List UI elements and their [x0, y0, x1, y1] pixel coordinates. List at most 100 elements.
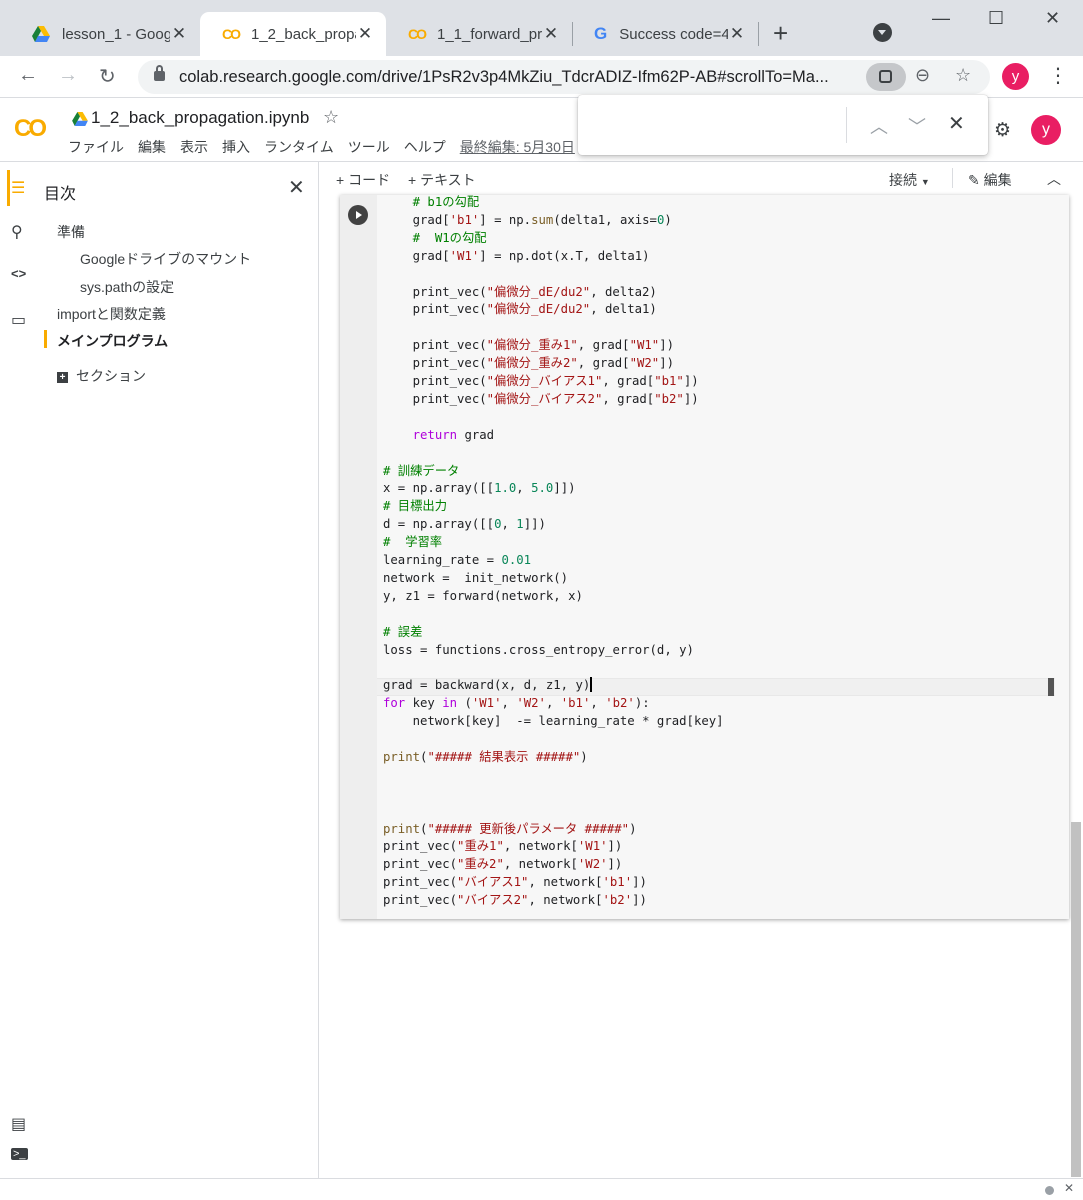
- code-cell[interactable]: # b1の勾配 grad['b1'] = np.sum(delta1, axis…: [340, 195, 1069, 919]
- command-palette-icon[interactable]: ▤: [11, 1114, 26, 1134]
- toc-add-section[interactable]: + セクション: [57, 366, 146, 386]
- notebook-title[interactable]: 1_2_back_propagation.ipynb: [91, 108, 309, 128]
- code-line[interactable]: # b1の勾配: [383, 193, 480, 211]
- edit-label: 編集: [983, 172, 1012, 188]
- find-close-icon[interactable]: ✕: [948, 111, 965, 136]
- browser-tab-success-code[interactable]: G Success code=4 ✕: [572, 12, 758, 56]
- code-line[interactable]: print("##### 更新後パラメータ #####"): [383, 820, 637, 838]
- colab-logo[interactable]: CO: [14, 115, 47, 143]
- url-text[interactable]: colab.research.google.com/drive/1PsR2v3p…: [179, 68, 859, 87]
- add-code-button[interactable]: + コード: [336, 170, 390, 190]
- code-token: "b2": [654, 391, 684, 406]
- code-token: 'W1': [577, 839, 608, 854]
- star-icon[interactable]: ☆: [323, 107, 339, 128]
- code-line[interactable]: print_vec("偏微分_重み1", grad["W1"]): [383, 336, 674, 354]
- code-line[interactable]: print_vec("重み2", network['W2']): [383, 855, 622, 873]
- code-line[interactable]: learning_rate = 0.01: [383, 551, 531, 569]
- code-line[interactable]: print("##### 結果表示 #####"): [383, 748, 588, 766]
- last-edit-link[interactable]: 最終編集: 5月30日: [460, 137, 575, 157]
- reload-icon[interactable]: ↻: [99, 64, 116, 89]
- window-close-button[interactable]: ✕: [1045, 8, 1060, 29]
- code-line[interactable]: # 誤差: [383, 623, 422, 641]
- menu-insert[interactable]: 挿入: [222, 137, 250, 157]
- code-line[interactable]: for key in ('W1', 'W2', 'b1', 'b2'):: [383, 694, 650, 712]
- code-line[interactable]: print_vec("バイアス2", network['b2']): [383, 891, 647, 909]
- toc-item-main-program[interactable]: メインプログラム: [57, 331, 168, 351]
- menu-runtime[interactable]: ランタイム: [264, 137, 334, 157]
- code-line[interactable]: grad = backward(x, d, z1, y): [383, 676, 593, 694]
- address-bar[interactable]: colab.research.google.com/drive/1PsR2v3p…: [138, 60, 990, 94]
- code-line[interactable]: # 学習率: [383, 533, 442, 551]
- files-folder-icon[interactable]: ▭: [11, 310, 26, 330]
- back-arrow-icon[interactable]: ←: [18, 64, 38, 87]
- close-icon[interactable]: ✕: [288, 175, 305, 200]
- close-icon[interactable]: ✕: [170, 24, 188, 44]
- page-scrollbar[interactable]: [1071, 822, 1081, 1177]
- code-line[interactable]: d = np.array([[0, 1]]): [383, 515, 546, 533]
- code-line[interactable]: print_vec("偏微分_バイアス1", grad["b1"]): [383, 372, 699, 390]
- status-bar: ✕: [0, 1178, 1083, 1200]
- code-line[interactable]: print_vec("偏微分_重み2", grad["W2"]): [383, 354, 674, 372]
- code-line[interactable]: print_vec("偏微分_dE/du2", delta2): [383, 283, 657, 301]
- zoom-icon[interactable]: ⊖: [915, 65, 930, 86]
- status-close-icon[interactable]: ✕: [1064, 1181, 1074, 1195]
- code-snippets-icon[interactable]: <>: [11, 266, 26, 281]
- code-line[interactable]: # 訓練データ: [383, 462, 459, 480]
- toc-item-prep[interactable]: 準備: [57, 222, 85, 242]
- find-next-icon[interactable]: ﹀: [908, 113, 926, 139]
- tab-search-icon[interactable]: [873, 23, 892, 42]
- code-line[interactable]: # 目標出力: [383, 497, 447, 515]
- lock-icon[interactable]: [154, 65, 165, 81]
- code-line[interactable]: network[key] -= learning_rate * grad[key…: [383, 712, 724, 730]
- minimize-button[interactable]: —: [932, 8, 950, 29]
- code-line[interactable]: grad['b1'] = np.sum(delta1, axis=0): [383, 211, 672, 229]
- toc-item-import[interactable]: importと関数定義: [57, 304, 166, 324]
- forward-arrow-icon[interactable]: →: [58, 64, 78, 87]
- code-line[interactable]: return grad: [383, 426, 494, 444]
- search-icon[interactable]: ⚲: [11, 222, 23, 242]
- terminal-icon[interactable]: >_: [11, 1148, 28, 1160]
- code-line[interactable]: print_vec("重み1", network['W1']): [383, 837, 622, 855]
- toc-item-syspath[interactable]: sys.pathの設定: [80, 277, 174, 297]
- menu-view[interactable]: 表示: [180, 137, 208, 157]
- run-cell-icon[interactable]: [348, 205, 368, 225]
- close-icon[interactable]: ✕: [356, 24, 374, 44]
- collapse-header-icon[interactable]: ︿: [1047, 169, 1061, 189]
- code-line[interactable]: grad['W1'] = np.dot(x.T, delta1): [383, 247, 650, 265]
- code-line[interactable]: network = init_network(): [383, 569, 568, 587]
- close-icon[interactable]: ✕: [542, 24, 560, 44]
- close-icon[interactable]: ✕: [728, 24, 746, 44]
- find-previous-icon[interactable]: ︿: [870, 113, 888, 139]
- browser-tab-lesson1[interactable]: lesson_1 - Goog ✕: [10, 12, 200, 56]
- code-line[interactable]: loss = functions.cross_entropy_error(d, …: [383, 641, 694, 659]
- menu-tools[interactable]: ツール: [348, 137, 390, 157]
- add-text-button[interactable]: + テキスト: [408, 170, 476, 190]
- code-line[interactable]: x = np.array([[1.0, 5.0]]): [383, 479, 576, 497]
- code-line[interactable]: print_vec("バイアス1", network['b1']): [383, 873, 647, 891]
- menu-edit[interactable]: 編集: [138, 137, 166, 157]
- table-of-contents-icon[interactable]: ☰: [11, 178, 25, 198]
- code-line[interactable]: print_vec("偏微分_バイアス2", grad["b2"]): [383, 390, 699, 408]
- menu-file[interactable]: ファイル: [68, 137, 124, 157]
- find-in-page-icon[interactable]: [866, 63, 906, 91]
- settings-gear-icon[interactable]: ⚙: [994, 119, 1011, 142]
- browser-tab-back-propagation[interactable]: CO 1_2_back_propa ✕: [200, 12, 386, 56]
- maximize-button[interactable]: ☐: [988, 8, 1004, 29]
- browser-menu-icon[interactable]: ⋮: [1048, 63, 1068, 88]
- code-line[interactable]: print_vec("偏微分_dE/du2", delta1): [383, 300, 657, 318]
- toc-item-drive-mount[interactable]: Googleドライブのマウント: [80, 249, 251, 269]
- code-token: (: [457, 696, 472, 711]
- menu-help[interactable]: ヘルプ: [404, 137, 446, 157]
- colab-profile-avatar[interactable]: y: [1031, 115, 1061, 145]
- code-token: ,: [501, 517, 517, 532]
- new-tab-button[interactable]: +: [773, 20, 788, 46]
- bookmark-star-icon[interactable]: ☆: [955, 65, 971, 86]
- edit-mode-button[interactable]: ✎ 編集: [968, 170, 1012, 190]
- find-input[interactable]: [588, 107, 838, 143]
- code-token: "##### 更新後パラメータ #####": [427, 821, 630, 836]
- browser-profile-avatar[interactable]: y: [1002, 63, 1029, 90]
- code-line[interactable]: # W1の勾配: [383, 229, 487, 247]
- browser-tab-forward-propagation[interactable]: CO 1_1_forward_pro ✕: [386, 12, 572, 56]
- connect-button[interactable]: 接続 ▼: [889, 170, 930, 190]
- code-line[interactable]: y, z1 = forward(network, x): [383, 587, 583, 605]
